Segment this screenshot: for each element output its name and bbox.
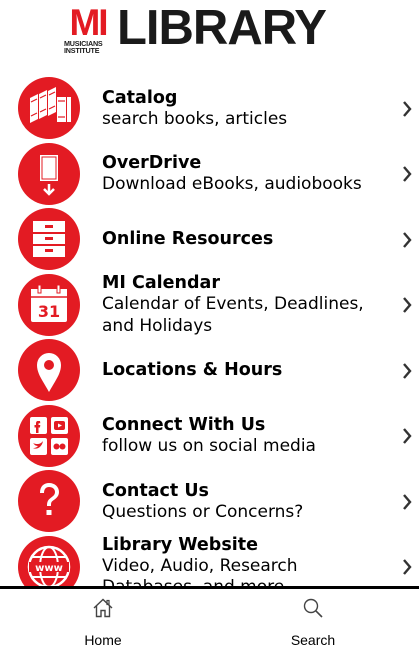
menu-item-overdrive[interactable]: OverDrive Download eBooks, audiobooks bbox=[0, 142, 419, 208]
menu-item-subtitle: Calendar of Events, Deadlines, and Holid… bbox=[102, 294, 364, 336]
mi-logo-mark: MI MUSICIANS INSTITUTE bbox=[64, 3, 112, 55]
chevron-right-icon bbox=[403, 428, 412, 445]
menu-item-title: MI Calendar bbox=[102, 273, 220, 294]
calendar-day-number: 31 bbox=[38, 302, 60, 321]
menu-item-title: Contact Us bbox=[102, 480, 209, 501]
menu-item-subtitle: Video, Audio, Research Databases, and mo… bbox=[102, 555, 298, 587]
logo-mark-text: MI bbox=[69, 2, 108, 43]
menu-item-subtitle: Questions or Concerns? bbox=[102, 501, 304, 522]
books-icon bbox=[18, 77, 80, 139]
menu-item-title: Catalog bbox=[102, 87, 178, 108]
menu-item-subtitle: follow us on social media bbox=[102, 436, 316, 456]
file-cabinet-icon bbox=[18, 208, 80, 270]
menu-item-subtitle: Download eBooks, audiobooks bbox=[102, 174, 362, 194]
menu-item-catalog[interactable]: Catalog search books, articles bbox=[0, 76, 419, 142]
menu-item-title: Locations & Hours bbox=[102, 360, 283, 381]
app-header: MI MUSICIANS INSTITUTE LIBRARY bbox=[0, 0, 419, 76]
menu-item-locations-hours[interactable]: Locations & Hours bbox=[0, 338, 419, 404]
logo-sub-line-2: INSTITUTE bbox=[64, 46, 100, 55]
home-icon bbox=[93, 598, 113, 618]
chevron-right-icon bbox=[403, 166, 412, 183]
ebook-download-icon bbox=[18, 142, 80, 205]
menu-item-library-website[interactable]: www Library Website Video, Audio, Resear… bbox=[0, 534, 419, 587]
tab-home[interactable]: Home bbox=[43, 589, 163, 656]
menu-item-connect-with-us[interactable]: Connect With Us follow us on social medi… bbox=[0, 404, 419, 470]
chevron-right-icon bbox=[403, 362, 412, 379]
menu-item-online-resources[interactable]: Online Resources bbox=[0, 207, 419, 273]
mi-library-logo: MI MUSICIANS INSTITUTE LIBRARY bbox=[64, 2, 356, 55]
chevron-right-icon bbox=[403, 100, 412, 117]
calendar-icon: 31 bbox=[18, 273, 80, 336]
menu-item-title: Connect With Us bbox=[102, 415, 266, 435]
question-mark-icon bbox=[18, 470, 80, 532]
chevron-right-icon bbox=[403, 297, 412, 314]
menu-item-title: Library Website bbox=[102, 534, 258, 555]
search-icon bbox=[303, 598, 323, 618]
logo-word: LIBRARY bbox=[117, 1, 327, 55]
map-pin-icon bbox=[18, 339, 80, 401]
chevron-right-icon bbox=[403, 231, 412, 248]
menu-item-title: OverDrive bbox=[102, 153, 202, 173]
svg-text:www: www bbox=[35, 563, 63, 574]
chevron-right-icon bbox=[403, 493, 412, 510]
tab-search[interactable]: Search bbox=[253, 589, 373, 656]
chevron-right-icon bbox=[403, 559, 412, 576]
www-globe-icon: www bbox=[18, 535, 80, 586]
menu-item-contact-us[interactable]: Contact Us Questions or Concerns? bbox=[0, 469, 419, 535]
social-media-icon bbox=[18, 404, 80, 467]
tab-search-label: Search bbox=[290, 632, 336, 648]
menu-item-mi-calendar[interactable]: 31 MI Calendar Calendar of Events, Deadl… bbox=[0, 273, 419, 339]
menu-item-title: Online Resources bbox=[102, 229, 274, 250]
menu-item-subtitle: search books, articles bbox=[102, 108, 288, 129]
bottom-tab-bar: Home Search bbox=[0, 589, 419, 656]
main-menu-list: Catalog search books, articles OverDrive… bbox=[0, 76, 419, 586]
tab-home-label: Home bbox=[84, 632, 122, 648]
